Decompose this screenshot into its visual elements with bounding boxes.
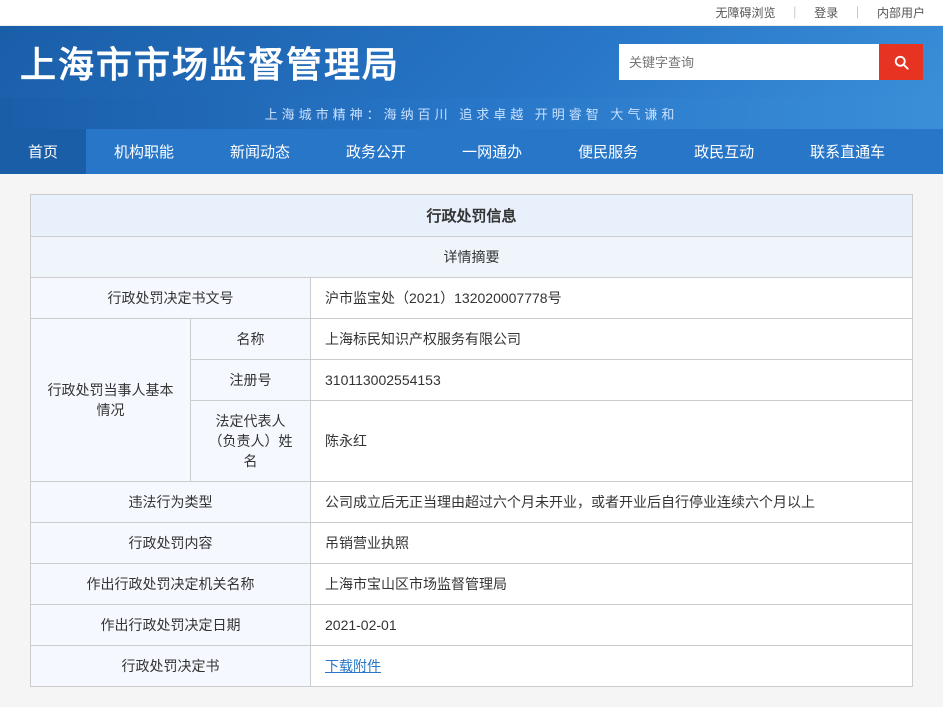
info-table: 行政处罚信息 详情摘要 行政处罚决定书文号 沪市监宝处（2021）1320200… bbox=[30, 194, 913, 687]
table-sub-header: 详情摘要 bbox=[31, 237, 913, 278]
search-box bbox=[619, 44, 923, 80]
sub-value-legal: 陈永红 bbox=[311, 401, 913, 482]
field-label-authority: 作出行政处罚决定机关名称 bbox=[31, 564, 311, 605]
field-label-violation: 违法行为类型 bbox=[31, 482, 311, 523]
top-bar: 无障碍浏览 ｜ 登录 ｜ 内部用户 bbox=[0, 0, 943, 26]
table-row-punishment: 行政处罚内容 吊销营业执照 bbox=[31, 523, 913, 564]
table-row-name: 行政处罚当事人基本情况 名称 上海标民知识产权服务有限公司 bbox=[31, 319, 913, 360]
field-value-punishment: 吊销营业执照 bbox=[311, 523, 913, 564]
sub-value-regnum: 310113002554153 bbox=[311, 360, 913, 401]
nav-item-government[interactable]: 政务公开 bbox=[318, 129, 434, 174]
nav-item-interaction[interactable]: 政民互动 bbox=[666, 129, 782, 174]
field-value-authority: 上海市宝山区市场监督管理局 bbox=[311, 564, 913, 605]
sub-label-name: 名称 bbox=[191, 319, 311, 360]
table-row-date: 作出行政处罚决定日期 2021-02-01 bbox=[31, 605, 913, 646]
slogan: 上海城市精神：海纳百川 追求卓越 开明睿智 大气谦和 bbox=[0, 98, 943, 129]
table-row: 行政处罚决定书文号 沪市监宝处（2021）132020007778号 bbox=[31, 278, 913, 319]
field-value-date: 2021-02-01 bbox=[311, 605, 913, 646]
table-main-header-row: 行政处罚信息 bbox=[31, 195, 913, 237]
nav-item-service[interactable]: 便民服务 bbox=[550, 129, 666, 174]
nav-item-home[interactable]: 首页 bbox=[0, 129, 86, 174]
table-row-authority: 作出行政处罚决定机关名称 上海市宝山区市场监督管理局 bbox=[31, 564, 913, 605]
table-sub-header-row: 详情摘要 bbox=[31, 237, 913, 278]
table-row-document: 行政处罚决定书 下载附件 bbox=[31, 646, 913, 687]
field-value-1: 沪市监宝处（2021）132020007778号 bbox=[311, 278, 913, 319]
table-row-violation: 违法行为类型 公司成立后无正当理由超过六个月未开业，或者开业后自行停业连续六个月… bbox=[31, 482, 913, 523]
field-label-punishment: 行政处罚内容 bbox=[31, 523, 311, 564]
search-button[interactable] bbox=[879, 44, 923, 80]
field-label-document: 行政处罚决定书 bbox=[31, 646, 311, 687]
search-input[interactable] bbox=[619, 44, 879, 80]
nav-item-news[interactable]: 新闻动态 bbox=[202, 129, 318, 174]
field-label-date: 作出行政处罚决定日期 bbox=[31, 605, 311, 646]
main-nav: 首页 机构职能 新闻动态 政务公开 一网通办 便民服务 政民互动 联系直通车 bbox=[0, 129, 943, 174]
group-label: 行政处罚当事人基本情况 bbox=[31, 319, 191, 482]
table-main-header: 行政处罚信息 bbox=[31, 195, 913, 237]
nav-item-network[interactable]: 一网通办 bbox=[434, 129, 550, 174]
field-label-1: 行政处罚决定书文号 bbox=[31, 278, 311, 319]
content-area: 行政处罚信息 详情摘要 行政处罚决定书文号 沪市监宝处（2021）1320200… bbox=[0, 174, 943, 707]
internal-user-link[interactable]: 内部用户 bbox=[877, 6, 925, 20]
nav-item-contact[interactable]: 联系直通车 bbox=[782, 129, 913, 174]
site-title: 上海市市场监督管理局 bbox=[20, 36, 400, 88]
search-icon bbox=[892, 53, 910, 71]
download-attachment-link[interactable]: 下载附件 bbox=[325, 658, 381, 674]
nav-item-institution[interactable]: 机构职能 bbox=[86, 129, 202, 174]
field-value-violation: 公司成立后无正当理由超过六个月未开业，或者开业后自行停业连续六个月以上 bbox=[311, 482, 913, 523]
accessibility-link[interactable]: 无障碍浏览 bbox=[716, 6, 776, 20]
login-link[interactable]: 登录 bbox=[814, 6, 838, 20]
sub-value-name: 上海标民知识产权服务有限公司 bbox=[311, 319, 913, 360]
sub-label-regnum: 注册号 bbox=[191, 360, 311, 401]
field-value-document: 下载附件 bbox=[311, 646, 913, 687]
header: 上海市市场监督管理局 bbox=[0, 26, 943, 98]
sub-label-legal: 法定代表人（负责人）姓名 bbox=[191, 401, 311, 482]
